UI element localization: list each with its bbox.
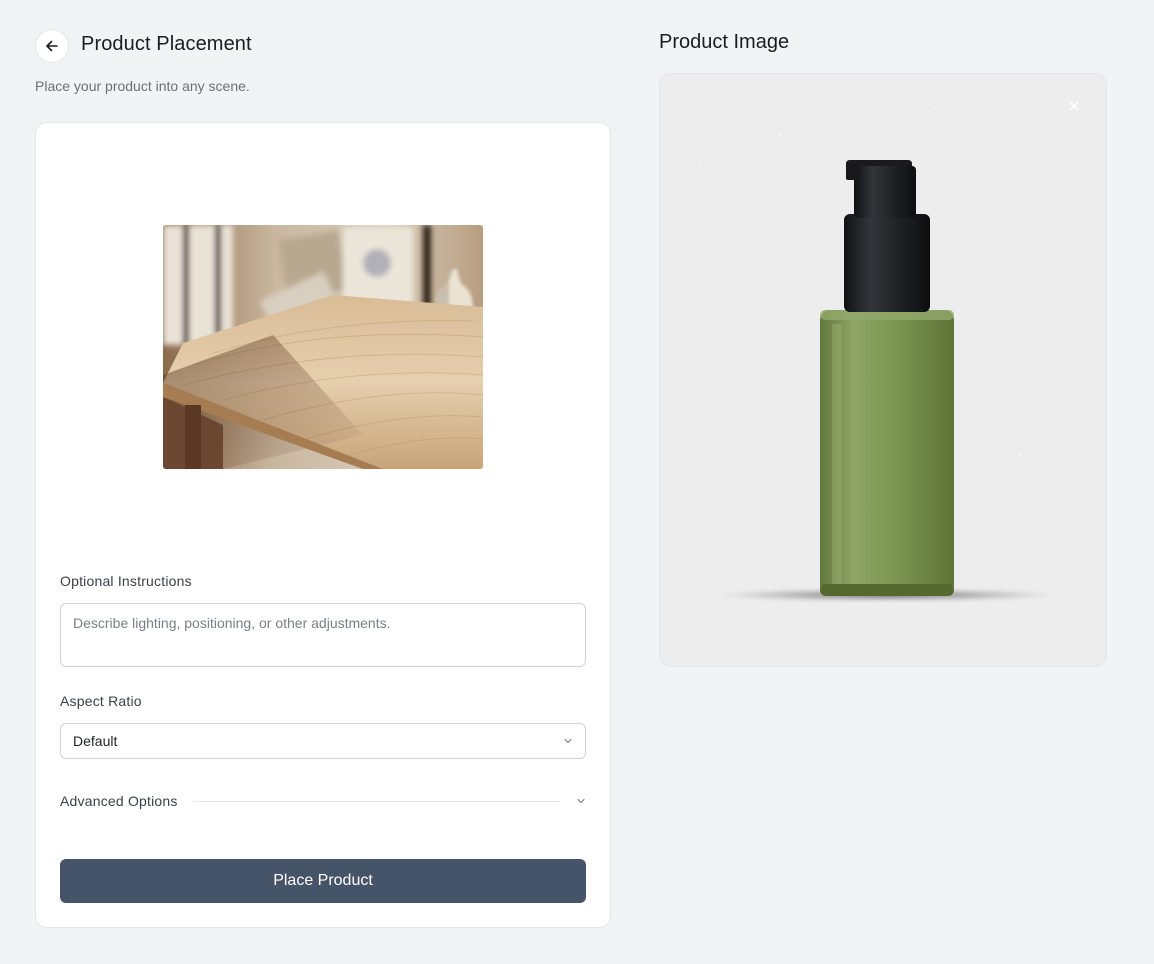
advanced-options-toggle[interactable]: Advanced Options [60, 791, 586, 811]
product-image-card [659, 73, 1107, 667]
chevron-down-icon [577, 798, 585, 804]
scene-image[interactable] [163, 225, 483, 469]
instructions-field[interactable] [60, 603, 586, 667]
page-subtitle: Place your product into any scene. [35, 78, 250, 94]
chevron-down-icon [564, 738, 572, 744]
back-button[interactable] [35, 29, 69, 63]
aspect-ratio-select[interactable]: Default [60, 723, 586, 759]
page-title: Product Placement [81, 33, 252, 55]
scene-photo [163, 225, 483, 469]
aspect-ratio-label: Aspect Ratio [60, 693, 142, 709]
divider [193, 800, 560, 802]
remove-product-button[interactable] [1066, 98, 1082, 114]
aspect-ratio-value: Default [73, 733, 118, 749]
advanced-options-label: Advanced Options [60, 793, 178, 809]
close-icon [1069, 101, 1079, 111]
product-photo [660, 74, 1106, 666]
product-image-title: Product Image [659, 31, 790, 53]
instructions-label: Optional Instructions [60, 573, 192, 589]
page: Product Placement Place your product int… [0, 0, 1154, 964]
placement-form-card: Optional Instructions Aspect Ratio Defau… [35, 122, 611, 928]
place-product-button[interactable]: Place Product [60, 859, 586, 903]
arrow-left-icon [46, 40, 58, 52]
